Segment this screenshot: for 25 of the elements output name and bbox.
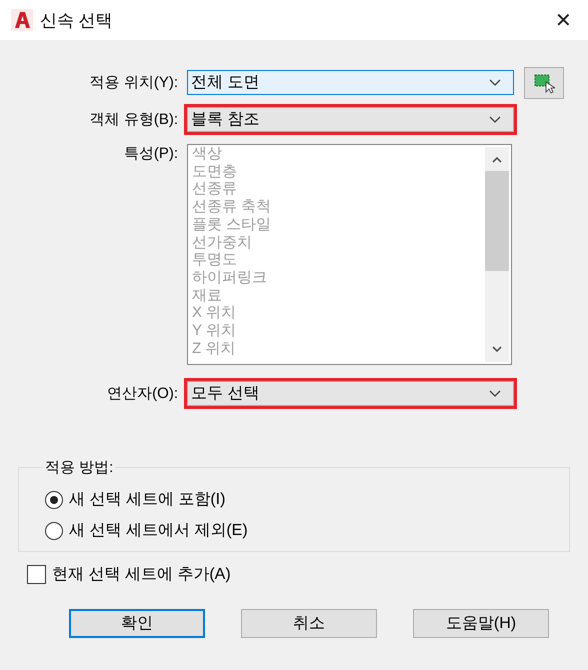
chevron-down-icon xyxy=(489,79,501,86)
radio-option[interactable]: 새 선택 세트에서 제외(E) xyxy=(45,520,569,541)
field-label: 연산자(O): xyxy=(106,384,179,403)
field-label: 객체 유형(B): xyxy=(88,110,179,129)
dialog-button[interactable]: 도움말(H) xyxy=(413,609,549,638)
checkbox[interactable] xyxy=(27,565,46,584)
radio-button[interactable] xyxy=(45,490,63,508)
dropdown[interactable]: 전체 도면 xyxy=(187,70,514,95)
group-title: 적용 방법: xyxy=(44,458,114,477)
radio-button[interactable] xyxy=(45,522,63,540)
checkbox-option[interactable]: 현재 선택 세트에 추가(A) xyxy=(27,564,588,585)
dialog-button[interactable]: 확인 xyxy=(69,609,205,638)
select-objects-button[interactable] xyxy=(524,66,564,98)
app-logo-icon xyxy=(11,9,33,31)
chevron-down-icon xyxy=(489,116,501,123)
close-button[interactable]: ✕ xyxy=(551,8,576,32)
field-label: 적용 위치(Y): xyxy=(88,73,179,92)
select-area-icon xyxy=(533,72,555,94)
window-title: 신속 선택 xyxy=(40,10,114,32)
dropdown[interactable]: 블록 참조 xyxy=(187,107,514,132)
chevron-down-icon xyxy=(489,390,501,397)
dialog-button[interactable]: 취소 xyxy=(241,609,377,638)
field-label: 특성(P): xyxy=(122,144,179,163)
dropdown[interactable]: 모두 선택 xyxy=(187,381,514,406)
radio-option[interactable]: 새 선택 세트에 포함(I) xyxy=(45,489,569,510)
